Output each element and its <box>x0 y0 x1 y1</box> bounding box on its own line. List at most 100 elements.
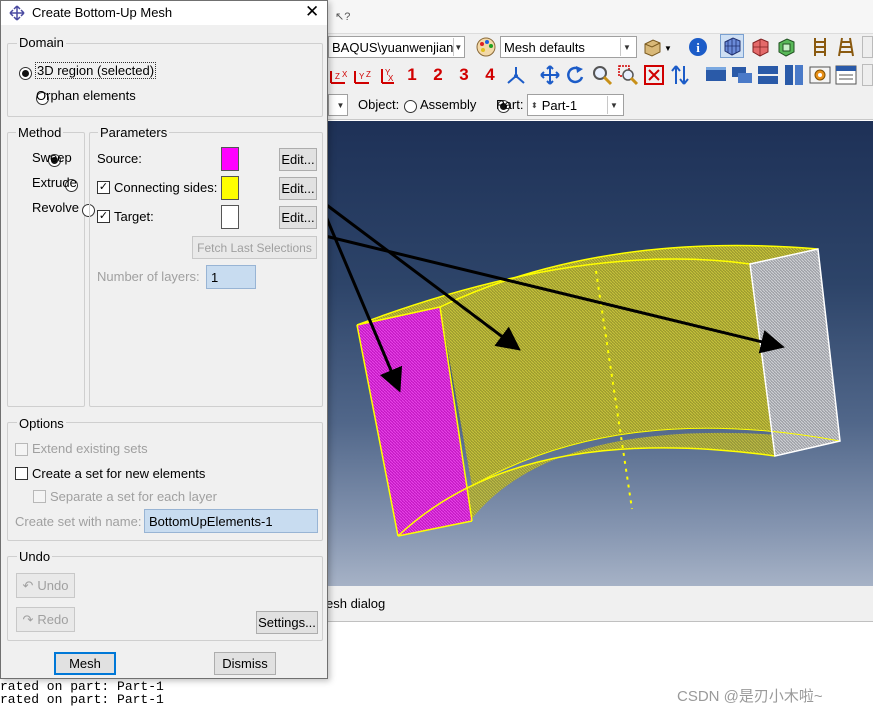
render-wire-icon[interactable] <box>704 63 728 87</box>
view-2-button[interactable]: 2 <box>426 63 450 87</box>
chevron-down-icon: ▼ <box>336 100 345 110</box>
chevron-down-icon: ▼ <box>453 38 462 56</box>
undo-icon: ↶ <box>22 577 34 593</box>
set-name-label: Create set with name: <box>15 514 142 529</box>
undo-group-label: Undo <box>17 549 53 564</box>
seed-edge-icon[interactable] <box>808 35 832 59</box>
info-icon[interactable]: i <box>686 35 710 59</box>
svg-text:X: X <box>388 74 394 83</box>
domain-group <box>7 43 323 117</box>
help-pointer-icon[interactable]: ↖? <box>335 10 350 23</box>
domain-orphan-label[interactable]: Orphan elements <box>36 88 136 103</box>
connecting-sides-color-swatch <box>221 176 239 200</box>
parameters-group-label: Parameters <box>98 125 170 140</box>
rotate-icon[interactable] <box>564 63 588 87</box>
axis-zx-icon[interactable]: ZX <box>326 63 350 87</box>
number-of-layers-input[interactable]: 1 <box>206 265 256 289</box>
separate-set-checkbox[interactable] <box>33 490 46 503</box>
svg-text:X: X <box>342 70 348 79</box>
object-label: Object: <box>358 97 400 112</box>
method-revolve-label[interactable]: Revolve <box>32 200 79 215</box>
target-checkbox[interactable]: ✓ <box>97 210 110 223</box>
chevron-down-icon[interactable]: ▼ <box>664 44 672 53</box>
options-group-label: Options <box>17 416 66 431</box>
create-bottom-up-mesh-dialog: Create Bottom-Up Mesh ✕ Domain 3D region… <box>0 0 328 679</box>
extend-existing-sets-label: Extend existing sets <box>32 441 148 456</box>
fetch-last-selections-button[interactable]: Fetch Last Selections <box>192 236 317 259</box>
module-combo[interactable]: ▼ <box>328 94 348 116</box>
target-label[interactable]: Target: <box>114 209 154 224</box>
source-edit-button[interactable]: Edit... <box>279 148 317 171</box>
settings-button[interactable]: Settings... <box>256 611 318 634</box>
redo-icon: ↷ <box>22 611 34 627</box>
axis-xy-icon[interactable]: YX <box>374 63 398 87</box>
zoom-icon[interactable] <box>590 63 614 87</box>
mesh-cube-icon[interactable] <box>720 34 744 58</box>
domain-3d-region-radio[interactable] <box>19 67 32 81</box>
create-set-label[interactable]: Create a set for new elements <box>32 466 205 481</box>
part-cube-icon[interactable] <box>640 35 664 59</box>
table-view-icon[interactable] <box>834 63 858 87</box>
create-set-checkbox[interactable] <box>15 467 28 480</box>
view-1-button[interactable]: 1 <box>400 63 424 87</box>
toolbar-overflow[interactable] <box>862 64 873 86</box>
pan-icon[interactable] <box>538 63 562 87</box>
source-label: Source: <box>97 151 142 166</box>
toolbar-overflow[interactable] <box>862 36 873 58</box>
model-combo-value: BAQUS\yuanwenjian <box>332 39 454 55</box>
watermark: CSDN @是刃小木啦~ <box>677 688 823 705</box>
part-combo-value: Part-1 <box>541 97 578 113</box>
render-shaded-icon[interactable] <box>756 63 780 87</box>
mesh-button[interactable]: Mesh <box>54 652 116 675</box>
set-name-input[interactable]: BottomUpElements-1 <box>144 509 318 533</box>
connecting-sides-label[interactable]: Connecting sides: <box>114 180 217 195</box>
view-3-button[interactable]: 3 <box>452 63 476 87</box>
undo-button-label: Undo <box>37 578 69 593</box>
connecting-sides-checkbox[interactable]: ✓ <box>97 181 110 194</box>
sketch-icon[interactable] <box>808 63 832 87</box>
assembly-radio[interactable] <box>404 100 417 114</box>
number-of-layers-label: Number of layers: <box>97 269 200 284</box>
mesh-dialog-icon <box>9 5 25 24</box>
mesh-defaults-value: Mesh defaults <box>504 39 585 55</box>
svg-text:Y: Y <box>359 72 365 81</box>
message-line: rated on part: Part-1 <box>0 692 164 707</box>
svg-text:Z: Z <box>366 70 371 79</box>
method-sweep-label[interactable]: Sweep <box>32 150 72 165</box>
dialog-titlebar[interactable]: Create Bottom-Up Mesh ✕ <box>1 1 327 25</box>
triad-icon[interactable] <box>504 63 528 87</box>
extend-existing-sets-checkbox[interactable] <box>15 443 28 456</box>
mesh-defaults-combo[interactable]: Mesh defaults ▼ <box>500 36 637 58</box>
separate-set-label: Separate a set for each layer <box>50 489 217 504</box>
close-icon[interactable]: ✕ <box>305 2 319 22</box>
up-down-icon: ⬍ <box>531 100 538 110</box>
dismiss-button[interactable]: Dismiss <box>214 652 276 675</box>
seed-part-icon[interactable] <box>834 35 858 59</box>
render-split-icon[interactable] <box>782 63 806 87</box>
assembly-label: Assembly <box>420 97 477 112</box>
redo-button[interactable]: ↷ Redo <box>16 607 75 632</box>
palette-icon[interactable] <box>474 35 498 59</box>
box-zoom-icon[interactable] <box>616 63 640 87</box>
target-edit-button[interactable]: Edit... <box>279 206 317 229</box>
chevron-down-icon: ▼ <box>620 38 633 56</box>
undo-button[interactable]: ↶ Undo <box>16 573 75 598</box>
method-group <box>7 132 85 407</box>
connecting-sides-edit-button[interactable]: Edit... <box>279 177 317 200</box>
cycle-views-icon[interactable] <box>668 63 692 87</box>
render-hidden-icon[interactable] <box>730 63 754 87</box>
view-4-button[interactable]: 4 <box>478 63 502 87</box>
axis-yz-icon[interactable]: YZ <box>350 63 374 87</box>
mesh-green-cube-icon[interactable] <box>774 35 798 59</box>
method-group-label: Method <box>16 125 64 140</box>
part-combo[interactable]: ⬍ Part-1 ▼ <box>527 94 624 116</box>
mesh-red-cube-icon[interactable] <box>748 35 772 59</box>
source-color-swatch <box>221 147 239 171</box>
redo-button-label: Redo <box>37 612 69 627</box>
model-combo[interactable]: BAQUS\yuanwenjian ▼ <box>328 36 465 58</box>
method-extrude-label[interactable]: Extrude <box>32 175 77 190</box>
dialog-title: Create Bottom-Up Mesh <box>32 5 173 20</box>
svg-text:i: i <box>696 40 700 55</box>
auto-fit-icon[interactable] <box>642 63 666 87</box>
domain-3d-region-label[interactable]: 3D region (selected) <box>35 62 157 79</box>
